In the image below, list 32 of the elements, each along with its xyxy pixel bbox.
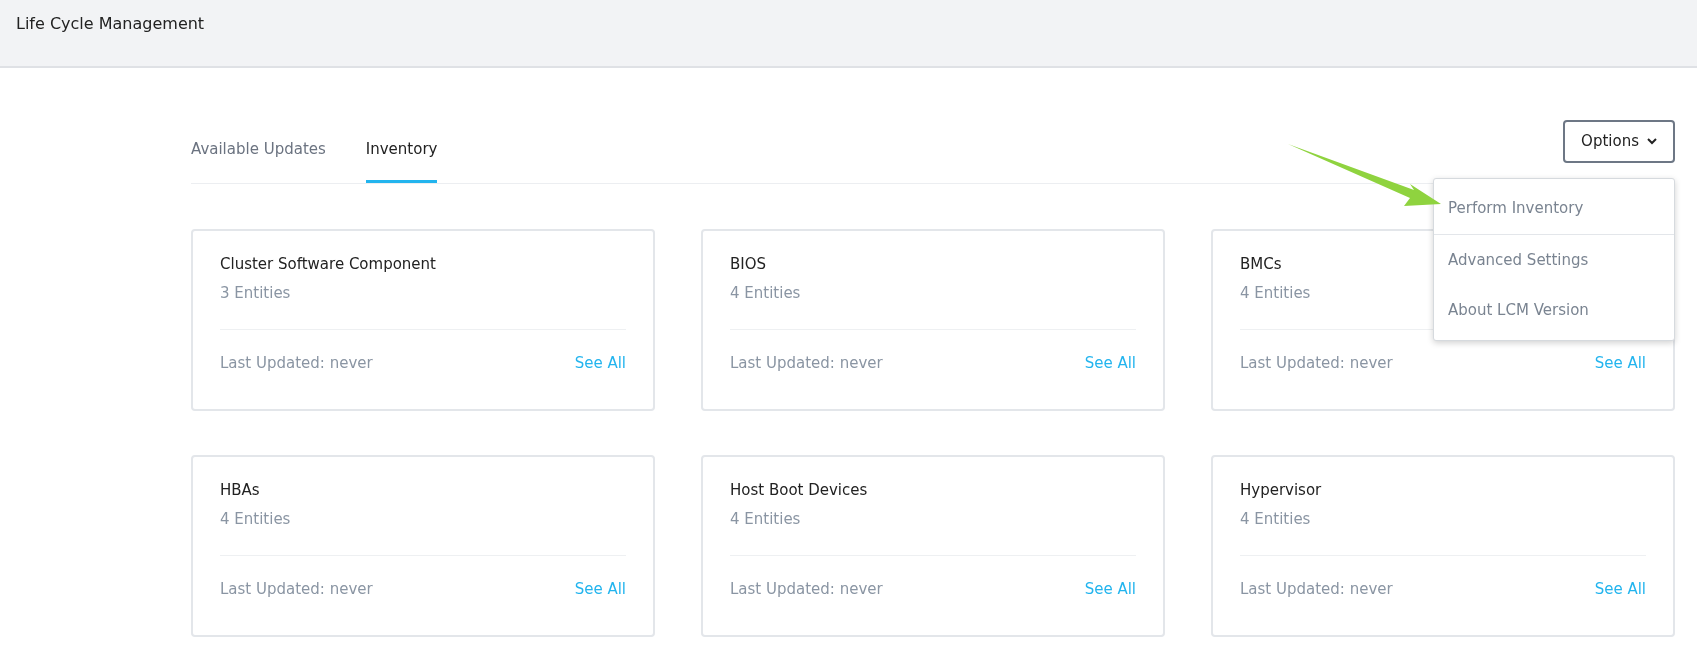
tab[interactable]: Inventory <box>365 137 438 183</box>
last-updated-text: Last Updated: never <box>220 579 373 600</box>
entity-count: 3 Entities <box>220 282 291 304</box>
entity-count: 4 Entities <box>1240 508 1311 530</box>
last-updated-text: Last Updated: never <box>1240 579 1393 600</box>
see-all-link[interactable]: See All <box>574 352 626 375</box>
card-title: Hypervisor <box>1240 480 1322 501</box>
last-updated-text: Last Updated: never <box>1240 353 1393 374</box>
page-title: Life Cycle Management <box>16 14 205 33</box>
see-all-link[interactable]: See All <box>1084 578 1136 601</box>
last-updated-text: Last Updated: never <box>730 353 883 374</box>
options-button[interactable]: Options <box>1563 120 1675 163</box>
entity-count: 4 Entities <box>730 282 801 304</box>
entity-count: 4 Entities <box>730 508 801 530</box>
menu-item[interactable]: About LCM Version <box>1434 285 1674 336</box>
card-title: HBAs <box>220 480 260 501</box>
chevron-down-icon <box>1647 138 1657 145</box>
menu-item[interactable]: Advanced Settings <box>1434 234 1674 285</box>
last-updated-text: Last Updated: never <box>220 353 373 374</box>
card-title: Host Boot Devices <box>730 480 868 501</box>
see-all-link[interactable]: See All <box>1594 352 1646 375</box>
entity-count: 4 Entities <box>220 508 291 530</box>
see-all-link[interactable]: See All <box>1084 352 1136 375</box>
card-title: BMCs <box>1240 254 1282 275</box>
card-title: BIOS <box>730 254 767 275</box>
see-all-link[interactable]: See All <box>1594 578 1646 601</box>
tab[interactable]: Available Updates <box>191 137 326 183</box>
entity-count: 4 Entities <box>1240 282 1311 304</box>
menu-item[interactable]: Perform Inventory <box>1434 183 1674 234</box>
see-all-link[interactable]: See All <box>574 578 626 601</box>
last-updated-text: Last Updated: never <box>730 579 883 600</box>
card-title: Cluster Software Component <box>220 254 436 275</box>
